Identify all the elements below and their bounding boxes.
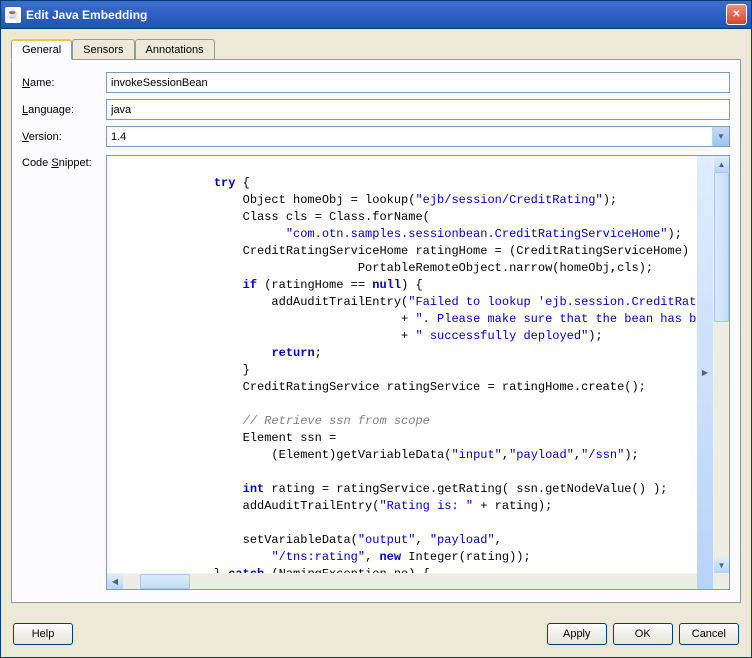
scroll-track-vertical[interactable]	[714, 172, 729, 557]
language-input[interactable]	[106, 99, 730, 120]
tab-annotations[interactable]: Annotations	[135, 39, 215, 59]
dialog-window: ☕ Edit Java Embedding ✕ General Sensors …	[0, 0, 752, 658]
close-button[interactable]: ✕	[726, 4, 747, 25]
scroll-down-button[interactable]: ▼	[714, 557, 729, 573]
scroll-thumb-horizontal[interactable]	[140, 574, 190, 589]
version-label: Version:	[22, 131, 106, 143]
tabs: General Sensors Annotations	[11, 39, 741, 60]
tab-general[interactable]: General	[11, 39, 72, 60]
version-select[interactable]	[106, 126, 730, 147]
scroll-corner	[713, 573, 729, 589]
body-area: General Sensors Annotations Name: Langua…	[1, 29, 751, 613]
code-label: Code Snippet:	[22, 155, 106, 169]
scroll-thumb-vertical[interactable]	[714, 172, 729, 322]
name-input[interactable]	[106, 72, 730, 93]
name-label: Name:	[22, 77, 106, 89]
app-icon: ☕	[5, 7, 21, 23]
scroll-up-button[interactable]: ▲	[714, 156, 729, 172]
horizontal-scrollbar[interactable]: ◀ ▶	[107, 573, 729, 589]
vertical-scrollbar[interactable]: ▲ ▼	[713, 156, 729, 573]
cancel-button[interactable]: Cancel	[679, 623, 739, 645]
scroll-right-button[interactable]: ▶	[697, 156, 713, 589]
footer: Help Apply OK Cancel	[1, 613, 751, 657]
language-label: Language:	[22, 104, 106, 116]
tab-sensors[interactable]: Sensors	[72, 39, 134, 59]
code-container: try { Object homeObj = lookup("ejb/sessi…	[106, 155, 730, 590]
apply-button[interactable]: Apply	[547, 623, 607, 645]
scroll-left-button[interactable]: ◀	[107, 574, 123, 589]
scroll-track-horizontal[interactable]	[123, 574, 713, 589]
code-editor[interactable]: try { Object homeObj = lookup("ejb/sessi…	[107, 156, 713, 573]
ok-button[interactable]: OK	[613, 623, 673, 645]
titlebar: ☕ Edit Java Embedding ✕	[1, 1, 751, 29]
help-button[interactable]: Help	[13, 623, 73, 645]
window-title: Edit Java Embedding	[26, 8, 726, 22]
tab-content: Name: Language: Version: ▼ Code Snippet:	[11, 60, 741, 603]
